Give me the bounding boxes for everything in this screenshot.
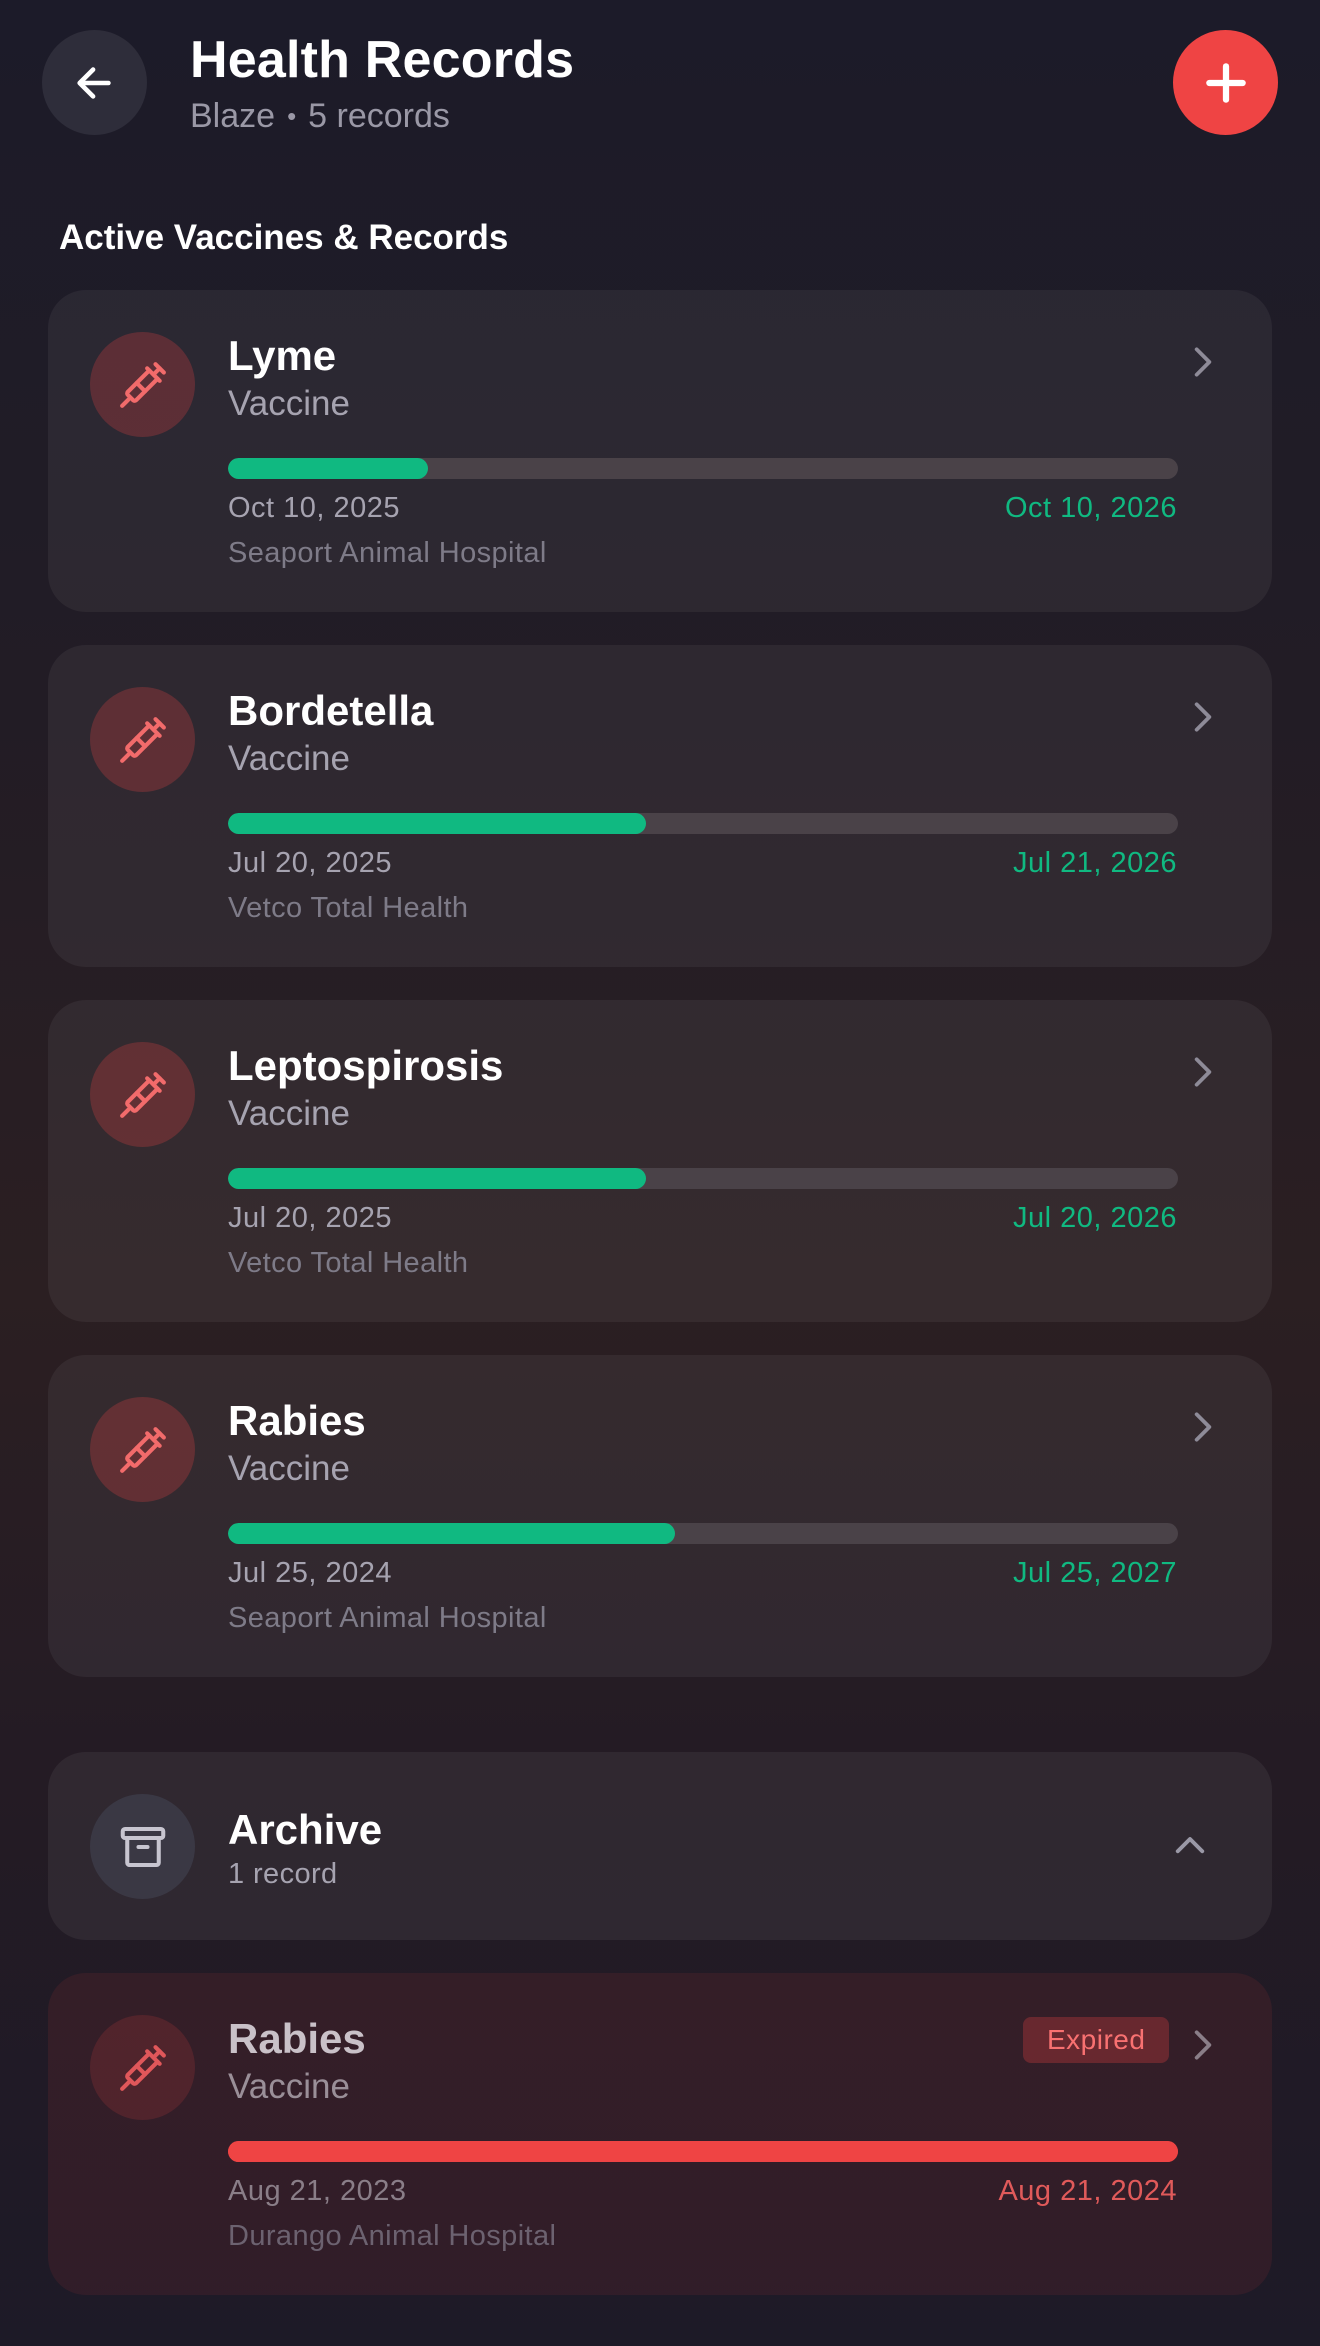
validity-progress-track xyxy=(228,1523,1178,1544)
record-open-chevron[interactable] xyxy=(1188,697,1218,737)
record-start-date: Jul 25, 2024 xyxy=(228,1557,393,1589)
record-count: 5 records xyxy=(308,97,450,135)
record-type: Vaccine xyxy=(228,1449,350,1488)
page-title: Health Records xyxy=(190,31,575,89)
validity-progress-fill xyxy=(228,813,646,834)
record-open-chevron[interactable] xyxy=(1188,1407,1218,1447)
record-clinic: Durango Animal Hospital xyxy=(228,2220,557,2252)
record-type: Vaccine xyxy=(228,384,350,423)
validity-progress-fill xyxy=(228,1523,675,1544)
record-expiry-date: Jul 21, 2026 xyxy=(1012,847,1177,879)
record-expiry-date: Jul 25, 2027 xyxy=(1012,1557,1177,1589)
record-name: Rabies xyxy=(228,1397,366,1444)
archive-box-icon xyxy=(120,1826,165,1867)
record-icon-wrap xyxy=(90,687,195,792)
record-open-chevron[interactable] xyxy=(1188,2025,1218,2065)
arrow-left-icon xyxy=(76,66,111,99)
archive-title: Archive xyxy=(228,1806,383,1853)
record-icon-wrap xyxy=(90,332,195,437)
record-expiry-date: Jul 20, 2026 xyxy=(1012,1202,1177,1234)
validity-progress-track xyxy=(228,813,1178,834)
record-open-chevron[interactable] xyxy=(1188,342,1218,382)
record-expiry-date: Oct 10, 2026 xyxy=(1004,492,1177,524)
record-clinic: Vetco Total Health xyxy=(228,1247,469,1279)
record-icon-wrap xyxy=(90,2015,195,2120)
validity-progress-fill xyxy=(228,458,428,479)
page-header: Health Records Blaze • 5 records xyxy=(0,0,1320,170)
record-clinic: Vetco Total Health xyxy=(228,892,469,924)
subtitle-separator: • xyxy=(287,101,297,131)
syringe-icon xyxy=(119,1426,166,1473)
record-icon-wrap xyxy=(90,1397,195,1502)
section-title: Active Vaccines & Records xyxy=(59,218,509,257)
archive-count: 1 record xyxy=(228,1858,338,1890)
syringe-icon xyxy=(119,361,166,408)
chevron-right-icon xyxy=(1194,2030,1212,2060)
add-record-button[interactable] xyxy=(1173,30,1278,135)
record-start-date: Jul 20, 2025 xyxy=(228,847,393,879)
record-type: Vaccine xyxy=(228,739,350,778)
validity-progress-track xyxy=(228,2141,1178,2162)
syringe-icon xyxy=(119,716,166,763)
record-name: Leptospirosis xyxy=(228,1042,504,1089)
record-card[interactable]: Lyme Vaccine Oct 10, 2025 Oct 10, 2026 S… xyxy=(48,290,1272,612)
record-start-date: Aug 21, 2023 xyxy=(228,2175,407,2207)
record-start-date: Oct 10, 2025 xyxy=(228,492,401,524)
validity-progress-fill xyxy=(228,1168,646,1189)
record-card[interactable]: Rabies Vaccine Jul 25, 2024 Jul 25, 2027… xyxy=(48,1355,1272,1677)
chevron-right-icon xyxy=(1194,702,1212,732)
archive-section-header[interactable]: Archive 1 record xyxy=(48,1752,1272,1940)
validity-progress-track xyxy=(228,458,1178,479)
record-clinic: Seaport Animal Hospital xyxy=(228,1602,547,1634)
chevron-right-icon xyxy=(1194,347,1212,377)
archive-collapse-toggle[interactable] xyxy=(1168,1824,1212,1868)
record-name: Lyme xyxy=(228,332,337,379)
record-name: Rabies xyxy=(228,2015,366,2062)
plus-icon xyxy=(1205,62,1246,103)
record-card[interactable]: Bordetella Vaccine Jul 20, 2025 Jul 21, … xyxy=(48,645,1272,967)
archived-record-card[interactable]: Rabies Vaccine Expired Aug 21, 2023 Aug … xyxy=(48,1973,1272,2295)
record-name: Bordetella xyxy=(228,687,434,734)
syringe-icon xyxy=(119,2044,166,2091)
archive-icon-wrap xyxy=(90,1794,195,1899)
status-badge: Expired xyxy=(1023,2017,1170,2063)
record-icon-wrap xyxy=(90,1042,195,1147)
record-type: Vaccine xyxy=(228,2067,350,2106)
validity-progress-track xyxy=(228,1168,1178,1189)
record-clinic: Seaport Animal Hospital xyxy=(228,537,547,569)
record-expiry-date: Aug 21, 2024 xyxy=(998,2175,1177,2207)
chevron-right-icon xyxy=(1194,1057,1212,1087)
record-type: Vaccine xyxy=(228,1094,350,1133)
chevron-right-icon xyxy=(1194,1412,1212,1442)
record-card[interactable]: Leptospirosis Vaccine Jul 20, 2025 Jul 2… xyxy=(48,1000,1272,1322)
pet-name: Blaze xyxy=(190,97,276,135)
record-start-date: Jul 20, 2025 xyxy=(228,1202,393,1234)
record-open-chevron[interactable] xyxy=(1188,1052,1218,1092)
page-subtitle: Blaze • 5 records xyxy=(190,97,450,136)
back-button[interactable] xyxy=(42,30,147,135)
syringe-icon xyxy=(119,1071,166,1118)
chevron-up-icon xyxy=(1175,1837,1205,1854)
validity-progress-fill xyxy=(228,2141,1178,2162)
